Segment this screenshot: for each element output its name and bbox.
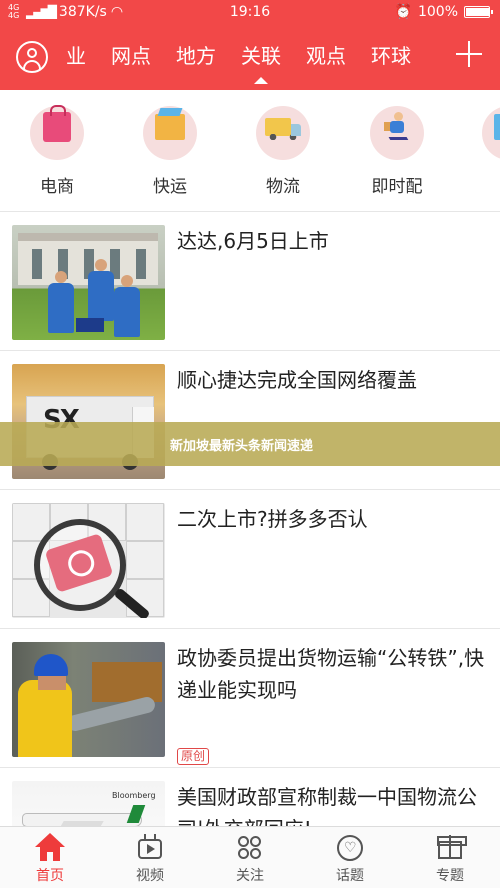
news-item[interactable]: 二次上市?拼多多否认 [0, 491, 500, 629]
category-ecommerce[interactable]: 电商 [12, 105, 102, 197]
bottom-tab-label: 首页 [36, 868, 64, 884]
channel-nav: 业 网点 地方 关联 观点 环球 [0, 26, 500, 90]
tab-2[interactable]: 地方 [176, 40, 216, 69]
bottom-tab-home[interactable]: 首页 [0, 833, 100, 885]
bottom-tab-special[interactable]: 专题 [400, 833, 500, 885]
news-item[interactable]: SX 顺心捷达完成全国网络覆盖 [0, 352, 500, 490]
bottom-tab-video[interactable]: 视频 [100, 833, 200, 885]
category-label: 物流 [266, 177, 300, 197]
news-title: 达达,6月5日上市 [177, 229, 329, 253]
tab-4[interactable]: 观点 [306, 40, 346, 69]
bottom-tab-label: 话题 [336, 868, 364, 884]
plus-icon[interactable] [456, 41, 482, 67]
bottom-tab-label: 视频 [136, 868, 164, 884]
news-title: 政协委员提出货物运输“公转铁”,快递业能实现吗 [177, 646, 485, 702]
news-title: 顺心捷达完成全国网络覆盖 [177, 368, 417, 392]
tab-0[interactable]: 业 [66, 40, 86, 69]
bloomberg-label: Bloomberg [112, 791, 156, 800]
bottom-tab-label: 专题 [436, 868, 464, 884]
news-item[interactable]: 达达,6月5日上市 [0, 213, 500, 351]
category-label: 电商 [40, 177, 74, 197]
bottom-tab-topic[interactable]: 话题 [300, 833, 400, 885]
video-icon [135, 833, 165, 863]
banner-text: 新加坡最新头条新闻速递 [170, 439, 314, 454]
tab-active[interactable]: 关联 [241, 40, 281, 84]
tab-1[interactable]: 网点 [111, 40, 151, 69]
category-express[interactable]: 快运 [125, 106, 215, 197]
category-instant[interactable]: 即时配 [352, 106, 442, 197]
follow-icon [235, 833, 265, 863]
bottom-tab-follow[interactable]: 关注 [200, 833, 300, 885]
truck-icon [256, 106, 310, 160]
battery-percent: 100% [417, 4, 458, 20]
news-title: 二次上市?拼多多否认 [177, 507, 368, 531]
home-icon [35, 833, 65, 863]
category-label: 快运 [153, 177, 187, 197]
news-item[interactable]: 政协委员提出货物运输“公转铁”,快递业能实现吗 原创 [0, 630, 500, 768]
bottom-tab-label: 关注 [236, 868, 264, 884]
bottom-tab-bar: 首页 视频 关注 话题 专题 [0, 826, 500, 888]
category-logistics[interactable]: 物流 [238, 106, 328, 197]
app-header: 4G 4G ▂▄▆█ 387K/s ◠ 19:16 ⏰ 100% 业 网点 地方… [0, 0, 500, 90]
news-thumbnail [12, 225, 165, 340]
status-bar: 4G 4G ▂▄▆█ 387K/s ◠ 19:16 ⏰ 100% [0, 0, 500, 26]
gift-icon [435, 833, 467, 863]
channel-tabs: 业 网点 地方 关联 观点 环球 [66, 40, 411, 84]
category-strip: 电商 快运 物流 即时配 商 [0, 90, 500, 212]
battery-icon [464, 6, 493, 18]
category-label: 即时配 [371, 177, 423, 197]
courier-icon [370, 106, 424, 160]
user-icon[interactable] [16, 41, 48, 73]
news-thumbnail [12, 642, 165, 757]
box-icon [482, 106, 500, 160]
category-label: 商 [464, 172, 500, 197]
tab-5[interactable]: 环球 [371, 40, 411, 69]
alarm-icon: ⏰ [394, 4, 412, 20]
news-thumbnail [12, 503, 165, 618]
topic-icon [335, 833, 365, 863]
original-badge: 原创 [177, 748, 210, 765]
overlay-banner: 新加坡最新头条新闻速递 [0, 422, 500, 466]
package-icon [143, 106, 197, 160]
category-partial[interactable]: 商 [464, 106, 500, 197]
shopping-bag-icon [30, 105, 84, 160]
